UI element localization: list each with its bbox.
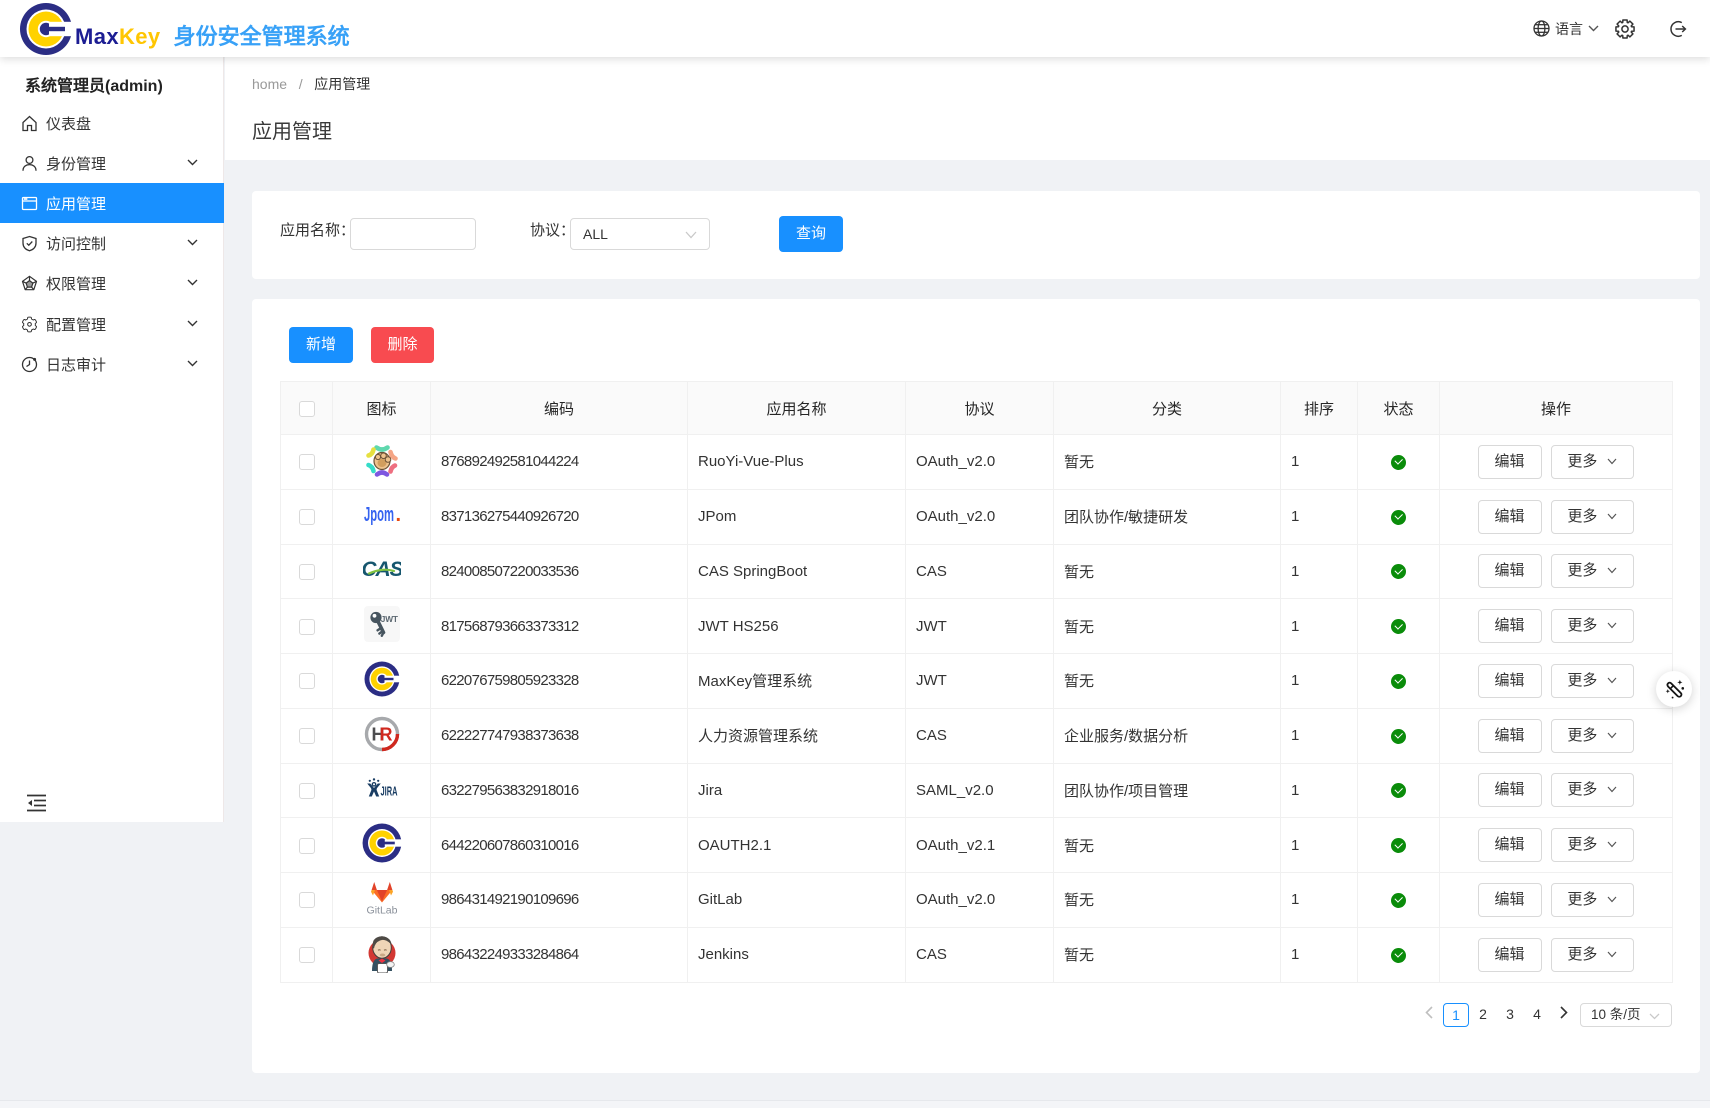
svg-text:GitLab: GitLab	[367, 905, 397, 917]
svg-text:JIRA: JIRA	[381, 784, 398, 799]
svg-text:.: .	[395, 504, 401, 526]
svg-text:JWT: JWT	[380, 614, 397, 624]
svg-text:Jpom: Jpom	[364, 504, 394, 526]
svg-text:R: R	[379, 724, 392, 744]
